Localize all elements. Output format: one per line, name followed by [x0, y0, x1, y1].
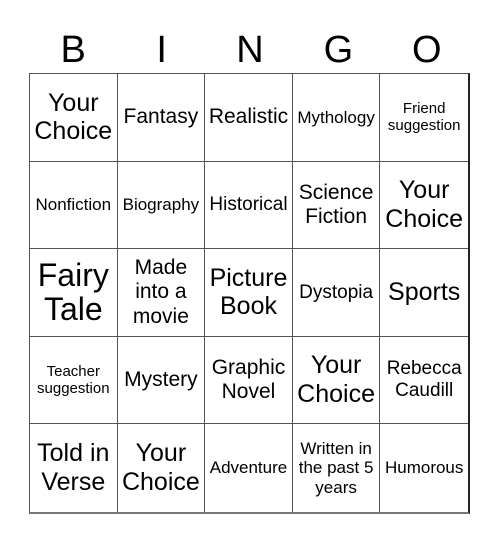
- bingo-cell-b5[interactable]: Told in Verse: [30, 424, 118, 512]
- bingo-cell-label: Friend suggestion: [387, 100, 461, 135]
- bingo-cell-o4[interactable]: Rebecca Caudill: [380, 337, 468, 425]
- bingo-cell-label: Fantasy: [123, 105, 199, 129]
- bingo-cell-label: Graphic Novel: [211, 355, 286, 404]
- bingo-cell-label: Science Fiction: [298, 180, 374, 228]
- bingo-cell-label: Your Choice: [121, 439, 200, 497]
- bingo-cell-i2[interactable]: Biography: [117, 161, 206, 250]
- header-letter-g: G: [323, 29, 354, 71]
- bingo-cell-b2[interactable]: Nonfiction: [30, 161, 118, 250]
- bingo-cell-n2[interactable]: Historical: [205, 161, 293, 250]
- bingo-cell-label: Told in Verse: [37, 439, 110, 497]
- bingo-cell-o1[interactable]: Friend suggestion: [380, 74, 468, 162]
- bingo-cell-label: Written in the past 5 years: [298, 438, 374, 497]
- header-letter-n: N: [236, 29, 264, 71]
- bingo-cell-label: Sports: [388, 278, 461, 307]
- bingo-cell-label: Your Choice: [385, 176, 464, 233]
- bingo-cell-o2[interactable]: Your Choice: [380, 162, 468, 250]
- bingo-header: B I N G O: [29, 28, 471, 72]
- bingo-cell-n5[interactable]: Adventure: [205, 424, 293, 512]
- bingo-cell-label: Historical: [209, 193, 288, 215]
- header-letter-b: B: [60, 29, 86, 71]
- bingo-cell-label: Mythology: [297, 107, 375, 127]
- bingo-cell-label: Fairy Tale: [37, 256, 109, 328]
- bingo-cell-label: Realistic: [208, 105, 289, 129]
- bingo-cell-b3[interactable]: Fairy Tale: [30, 249, 118, 337]
- bingo-cell-label: Your Choice: [34, 88, 113, 146]
- bingo-cell-n3[interactable]: Picture Book: [205, 249, 293, 337]
- bingo-cell-i5[interactable]: Your Choice: [118, 424, 206, 512]
- bingo-cell-g5[interactable]: Written in the past 5 years: [293, 424, 381, 512]
- bingo-cell-i1[interactable]: Fantasy: [117, 74, 206, 162]
- bingo-cell-b4[interactable]: Teacher suggestion: [30, 336, 118, 425]
- bingo-cell-g4[interactable]: Your Choice: [292, 336, 381, 425]
- bingo-cell-label: Adventure: [209, 458, 288, 478]
- bingo-cell-i3[interactable]: Made into a movie: [117, 249, 206, 337]
- bingo-cell-label: Your Choice: [297, 351, 375, 409]
- header-letter-i: I: [156, 29, 167, 71]
- bingo-cell-label: Picture Book: [209, 263, 288, 321]
- bingo-cell-label: Dystopia: [299, 281, 374, 303]
- bingo-cell-label: Teacher suggestion: [37, 362, 110, 398]
- bingo-cell-i4[interactable]: Mystery: [117, 336, 206, 425]
- bingo-cell-label: Humorous: [384, 458, 464, 478]
- bingo-cell-o3[interactable]: Sports: [380, 249, 468, 337]
- bingo-cell-g2[interactable]: Science Fiction: [292, 161, 381, 250]
- bingo-cell-b1[interactable]: Your Choice: [30, 74, 118, 162]
- bingo-cell-n4[interactable]: Graphic Novel: [205, 336, 293, 425]
- bingo-cell-label: Biography: [122, 195, 200, 215]
- bingo-cell-label: Made into a movie: [132, 256, 189, 328]
- bingo-cell-label: Rebecca Caudill: [386, 358, 462, 402]
- bingo-card-grid: Your Choice Fantasy Realistic Mythology Frie…: [29, 73, 470, 514]
- bingo-cell-label: Nonfiction: [35, 195, 112, 215]
- bingo-cell-label: Mystery: [124, 368, 198, 392]
- bingo-cell-g1[interactable]: Mythology: [292, 74, 381, 162]
- bingo-cell-o5[interactable]: Humorous: [380, 424, 468, 512]
- bingo-cell-n1[interactable]: Realistic: [205, 74, 293, 162]
- bingo-cell-g3[interactable]: Dystopia: [292, 249, 381, 337]
- header-letter-o: O: [412, 29, 442, 71]
